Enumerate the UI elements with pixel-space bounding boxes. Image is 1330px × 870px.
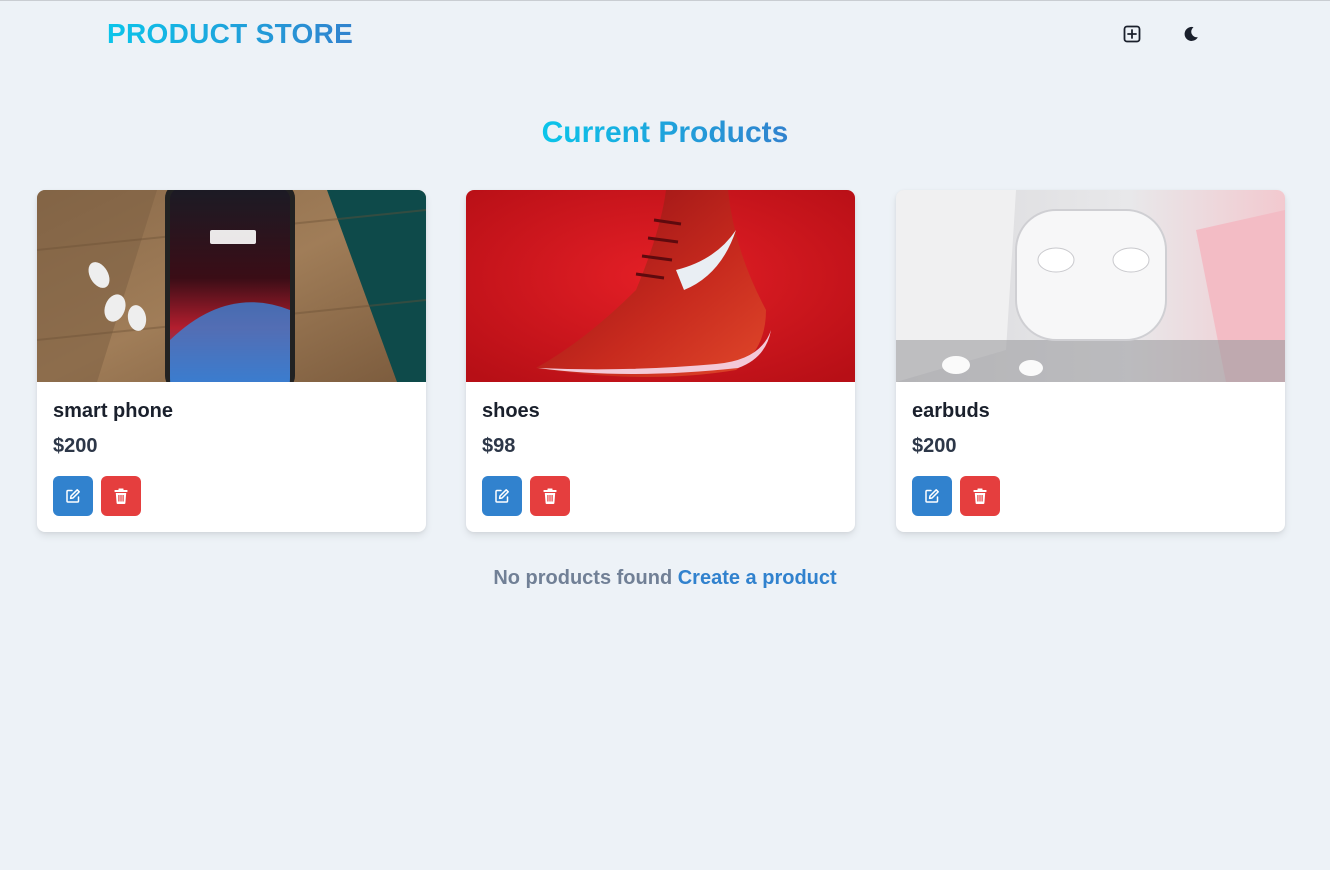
edit-icon [495,489,509,503]
product-card: smart phone $200 [37,190,426,532]
theme-toggle-button[interactable] [1171,15,1211,53]
edit-icon [66,489,80,503]
product-image-shoes [466,190,855,382]
product-name: shoes [482,400,540,422]
page-title: Current Products [541,116,789,149]
edit-icon [925,489,939,503]
trash-icon [543,488,557,504]
empty-state-text: No products found [493,567,673,589]
product-image-earbuds [896,190,1285,382]
delete-product-button[interactable] [960,476,1000,516]
create-product-link[interactable]: Create a product [678,567,837,589]
product-image-smartphone [37,190,426,382]
product-name: earbuds [912,400,990,422]
navbar: PRODUCT STORE [0,1,1330,65]
empty-state-message: No products found Create a product [0,567,1330,590]
trash-icon [973,488,987,504]
edit-product-button[interactable] [53,476,93,516]
edit-product-button[interactable] [912,476,952,516]
create-product-button[interactable] [1112,15,1152,53]
brand-logo-text[interactable]: PRODUCT STORE [107,18,353,50]
delete-product-button[interactable] [530,476,570,516]
product-name: smart phone [53,400,174,422]
trash-icon [114,488,128,504]
product-price: $200 [53,435,98,457]
delete-product-button[interactable] [101,476,141,516]
product-price: $98 [482,435,516,457]
edit-product-button[interactable] [482,476,522,516]
moon-icon [1184,26,1198,41]
product-price: $200 [912,435,957,457]
product-card: earbuds $200 [896,190,1285,532]
plus-square-icon [1123,25,1141,43]
product-card: shoes $98 [466,190,855,532]
